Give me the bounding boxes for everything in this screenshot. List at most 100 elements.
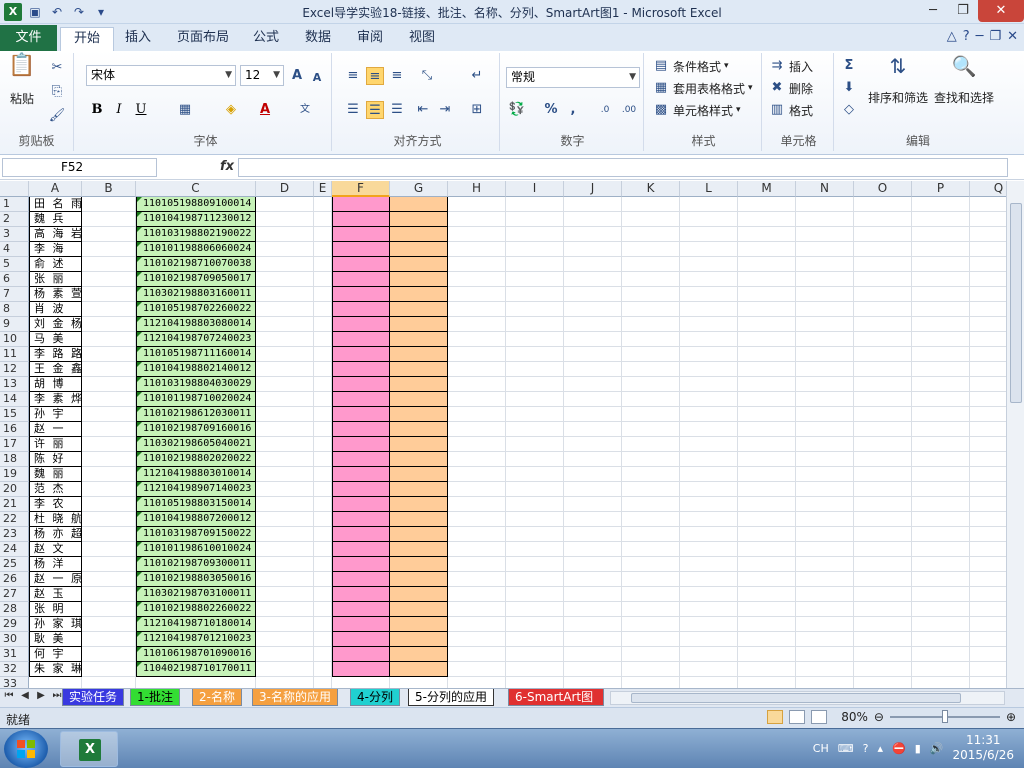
cell[interactable] [256, 362, 314, 377]
row-header[interactable]: 2 [0, 212, 29, 227]
cell-name[interactable]: 俞 述 [29, 257, 82, 272]
cell[interactable] [448, 287, 506, 302]
row-header[interactable]: 11 [0, 347, 29, 362]
cell[interactable] [506, 197, 564, 212]
cell[interactable] [622, 467, 680, 482]
tray-expand-icon[interactable]: ▴ [877, 742, 883, 755]
grow-font-icon[interactable]: A [288, 67, 306, 85]
cell[interactable] [448, 557, 506, 572]
cell[interactable] [622, 197, 680, 212]
cell-id-number[interactable]: 110101198710020024 [136, 392, 256, 407]
cell[interactable] [82, 452, 136, 467]
cell[interactable] [970, 392, 1006, 407]
cell[interactable] [970, 227, 1006, 242]
cell[interactable] [314, 617, 332, 632]
cell[interactable] [506, 407, 564, 422]
row-header[interactable]: 9 [0, 317, 29, 332]
cell-orange[interactable] [390, 512, 448, 527]
cell[interactable] [854, 677, 912, 688]
cell-id-number[interactable]: 112104198707240023 [136, 332, 256, 347]
cell[interactable] [82, 347, 136, 362]
cell[interactable] [256, 287, 314, 302]
cell[interactable] [912, 242, 970, 257]
cell[interactable] [854, 317, 912, 332]
font-name-combo[interactable]: 宋体 ▼ [86, 65, 236, 86]
cell[interactable] [506, 512, 564, 527]
cell-id-number[interactable]: 110102198709160016 [136, 422, 256, 437]
cell[interactable] [680, 407, 738, 422]
cell[interactable] [622, 272, 680, 287]
column-header-l[interactable]: L [680, 181, 738, 197]
cell[interactable] [564, 242, 622, 257]
cell-orange[interactable] [390, 197, 448, 212]
cell[interactable] [738, 572, 796, 587]
cell[interactable] [970, 197, 1006, 212]
cell[interactable] [622, 287, 680, 302]
page-break-view-button[interactable] [811, 710, 828, 724]
tab-formulas[interactable]: 公式 [240, 27, 292, 51]
increase-indent-icon[interactable]: ⇥ [436, 101, 454, 119]
cell-name[interactable]: 田 名 雨 [29, 197, 82, 212]
cell[interactable] [314, 467, 332, 482]
worksheet-grid[interactable]: ABCDEFGHIJKLMNOPQ 1田 名 雨 11010519880910001… [0, 181, 1006, 688]
cell-name[interactable]: 耿 美 [29, 632, 82, 647]
cell[interactable] [912, 452, 970, 467]
cell[interactable] [680, 212, 738, 227]
tab-page-layout[interactable]: 页面布局 [164, 27, 242, 51]
doc-minimize-icon[interactable]: ─ [976, 29, 984, 44]
currency-icon[interactable]: 💱 [508, 101, 526, 119]
cell[interactable] [796, 557, 854, 572]
cell[interactable] [314, 647, 332, 662]
cell[interactable] [82, 437, 136, 452]
cell-pink[interactable] [332, 227, 390, 242]
cell-id-number[interactable]: 112104198907140023 [136, 482, 256, 497]
cell-orange[interactable] [390, 617, 448, 632]
cell[interactable] [912, 632, 970, 647]
cell[interactable] [738, 407, 796, 422]
cell-id-number[interactable]: 110104198711230012 [136, 212, 256, 227]
fill-color-icon[interactable]: ◈ [222, 101, 240, 119]
cell[interactable] [82, 617, 136, 632]
cell[interactable] [912, 347, 970, 362]
cell-orange[interactable] [390, 317, 448, 332]
row-header[interactable]: 4 [0, 242, 29, 257]
orientation-icon[interactable]: ⤡ [418, 67, 436, 85]
cell[interactable] [82, 482, 136, 497]
cell[interactable] [738, 392, 796, 407]
cell[interactable] [506, 392, 564, 407]
cell[interactable] [912, 572, 970, 587]
cell[interactable] [256, 332, 314, 347]
cell[interactable] [448, 242, 506, 257]
cell[interactable] [564, 302, 622, 317]
cell[interactable] [448, 677, 506, 688]
merge-center-icon[interactable]: ⊞ [468, 101, 486, 119]
cell[interactable] [564, 662, 622, 677]
cell[interactable] [970, 542, 1006, 557]
cell[interactable] [448, 212, 506, 227]
cell-pink[interactable] [332, 272, 390, 287]
cell[interactable] [796, 242, 854, 257]
cell-id-number[interactable]: 112104198710180014 [136, 617, 256, 632]
cell[interactable] [680, 677, 738, 688]
cell[interactable] [622, 332, 680, 347]
cell[interactable] [256, 422, 314, 437]
cell-orange[interactable] [390, 452, 448, 467]
cell[interactable] [314, 227, 332, 242]
cell-name[interactable]: 魏 丽 [29, 467, 82, 482]
cell[interactable] [82, 677, 136, 688]
row-header[interactable]: 16 [0, 422, 29, 437]
column-header-b[interactable]: B [82, 181, 136, 197]
cell[interactable] [256, 407, 314, 422]
name-box[interactable]: F52 [2, 158, 157, 177]
row-header[interactable]: 14 [0, 392, 29, 407]
cell[interactable] [564, 272, 622, 287]
cell[interactable] [564, 497, 622, 512]
cell[interactable] [738, 587, 796, 602]
cell[interactable] [796, 587, 854, 602]
row-header[interactable]: 6 [0, 272, 29, 287]
keyboard-icon[interactable]: ⌨ [838, 742, 854, 755]
cell[interactable] [506, 602, 564, 617]
cell[interactable] [970, 527, 1006, 542]
cell[interactable] [680, 437, 738, 452]
cell[interactable] [314, 302, 332, 317]
